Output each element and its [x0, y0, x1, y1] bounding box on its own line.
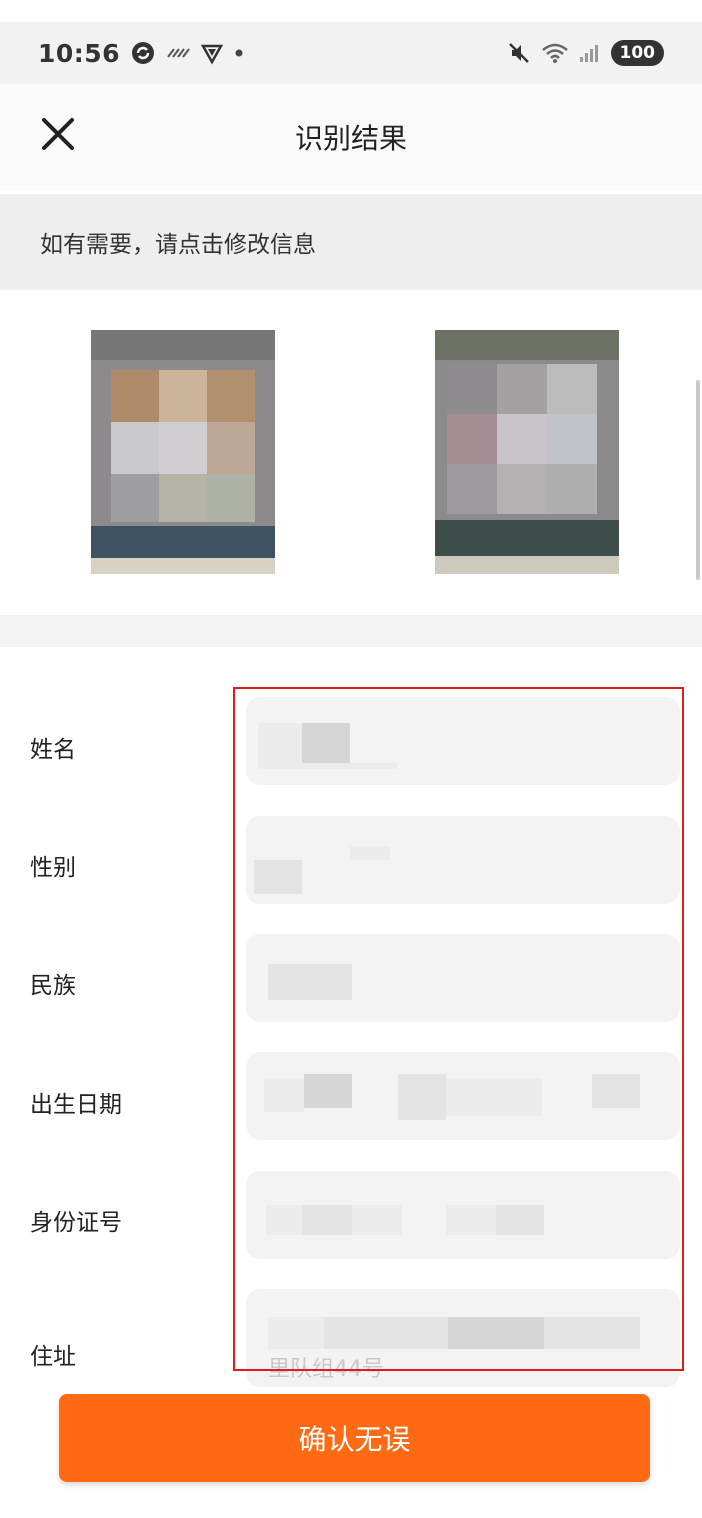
address-visible-fragment: 里队组44号: [268, 1357, 384, 1382]
dot-icon: [235, 49, 243, 57]
id-images-area: [0, 290, 702, 615]
field-label-gender: 性别: [30, 855, 76, 881]
field-label-ethnicity: 民族: [30, 973, 76, 999]
wifi-icon: [541, 43, 568, 63]
address-field[interactable]: 里队组44号: [246, 1289, 680, 1387]
battery-indicator: 100: [610, 40, 664, 66]
page-title: 识别结果: [294, 122, 407, 155]
hint-bar: 如有需要，请点击修改信息: [0, 194, 702, 290]
id-number-field[interactable]: [246, 1171, 680, 1259]
signal-icon: [579, 45, 598, 62]
wave-icon: [167, 48, 190, 58]
field-label-id-number: 身份证号: [30, 1210, 122, 1236]
confirm-button[interactable]: 确认无误: [59, 1394, 650, 1482]
status-time: 10:56: [38, 38, 121, 68]
field-label-address: 住址: [30, 1344, 76, 1370]
header: 识别结果: [0, 84, 702, 190]
sync-icon: [132, 42, 155, 64]
hint-text: 如有需要，请点击修改信息: [40, 232, 316, 258]
ethnicity-field[interactable]: [246, 934, 680, 1022]
id-card-back-image[interactable]: [435, 330, 619, 574]
birthdate-field[interactable]: [246, 1052, 680, 1140]
gender-field[interactable]: [246, 816, 680, 904]
field-label-birthdate: 出生日期: [30, 1092, 122, 1118]
scrollbar[interactable]: [696, 380, 700, 580]
field-label-name: 姓名: [30, 737, 76, 763]
section-divider: [0, 615, 702, 647]
mute-icon: [508, 43, 529, 63]
status-bar: 10:56 100: [0, 22, 702, 84]
confirm-button-label: 确认无误: [298, 1423, 411, 1456]
name-field[interactable]: [246, 697, 680, 785]
close-icon[interactable]: [36, 112, 80, 156]
shield-icon: [200, 44, 224, 65]
id-card-front-image[interactable]: [91, 330, 275, 574]
